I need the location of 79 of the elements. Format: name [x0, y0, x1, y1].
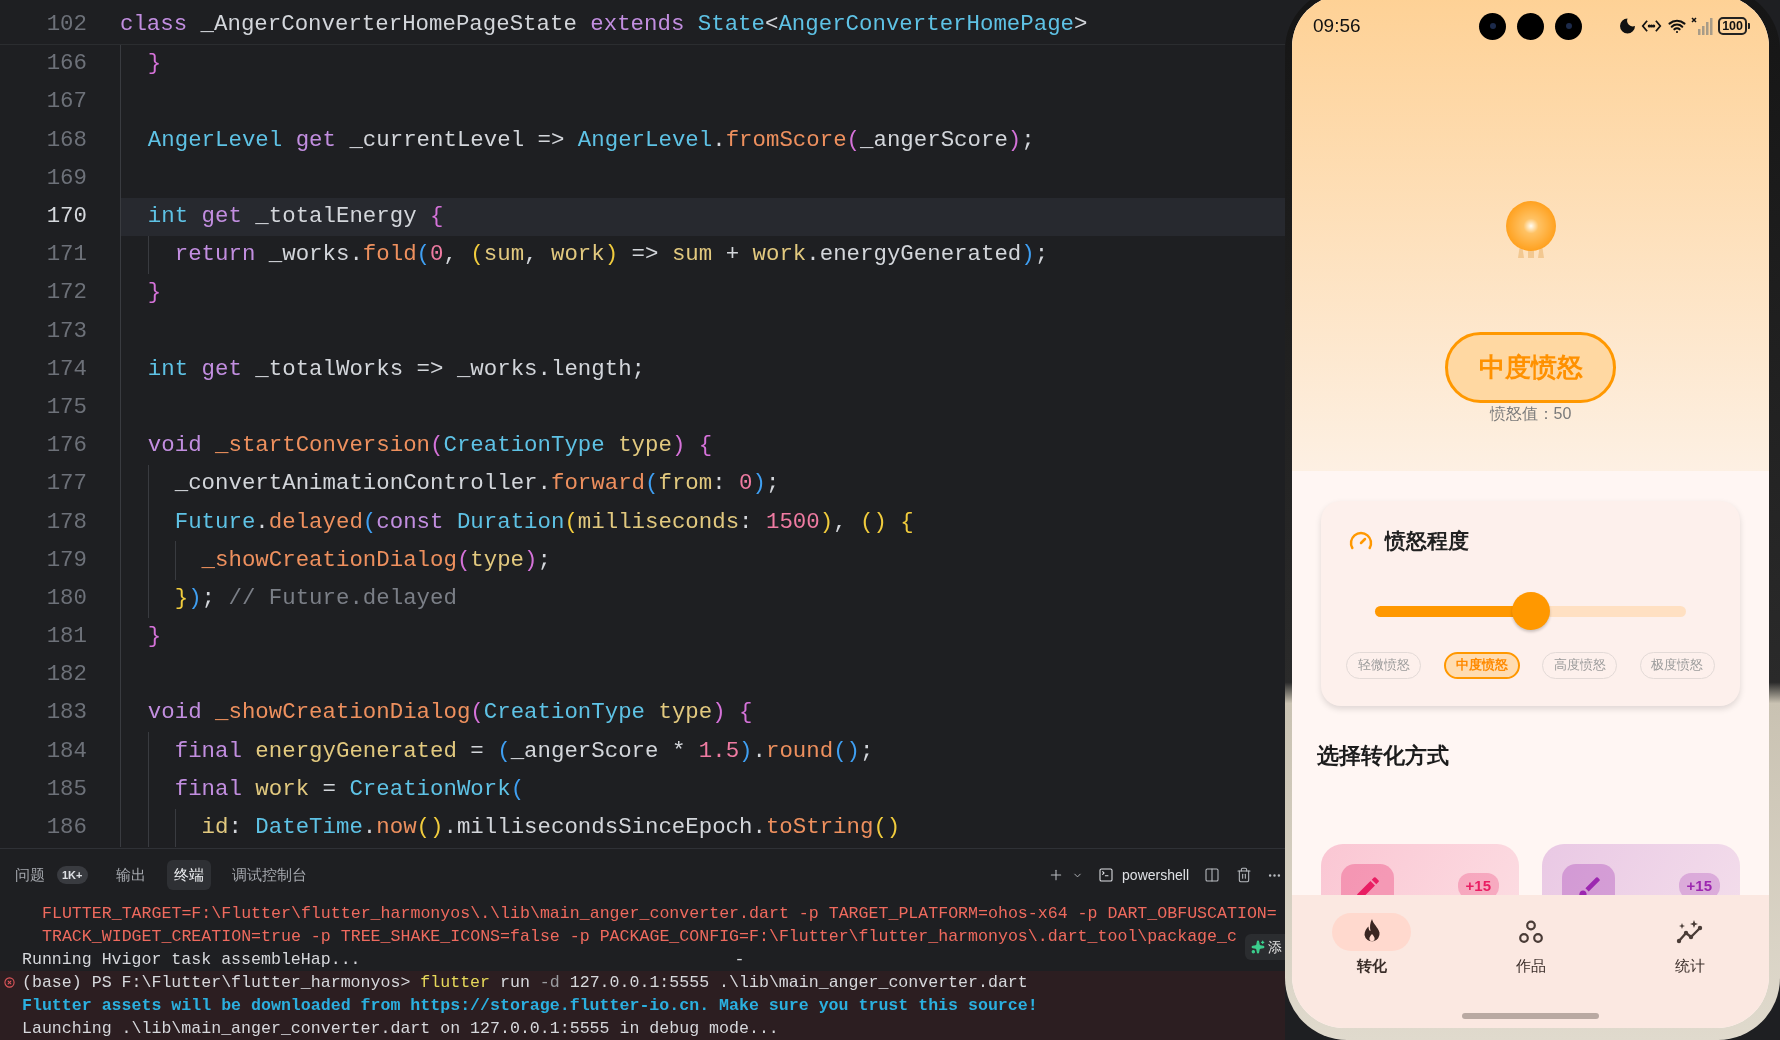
section-title: 选择转化方式 — [1317, 743, 1449, 769]
line-number: 168 — [46, 125, 87, 155]
line-number: 183 — [46, 698, 87, 728]
terminal-line: FLUTTER_TARGET=F:\Flutter\flutter_harmonyos\.\lib\main_anger_converter.dart -p TARGET_PLATFORM=ohos-x64 -p DART_OBFUSCATION= — [42, 903, 1277, 925]
line-number: 175 — [46, 392, 87, 422]
nav-tab[interactable]: 统计 — [1610, 913, 1769, 975]
nav-tab[interactable]: 转化 — [1292, 913, 1451, 975]
shell-selector[interactable]: powershell — [1098, 864, 1189, 886]
code-line: void _startConversion(CreationType type) { — [147, 431, 713, 461]
panel-tab[interactable]: 调试控制台 — [224, 860, 314, 890]
panel-tab[interactable]: 问题 1K+ — [8, 860, 95, 890]
wifi-icon — [1668, 17, 1687, 35]
card-title: 愤怒程度 — [1385, 529, 1469, 553]
flame-icon — [1332, 913, 1411, 951]
code-line: } — [147, 622, 162, 652]
terminal-line: Launching .\lib\main_anger_converter.dart on 127.0.0.1:5555 in debug mode... — [22, 1018, 779, 1040]
line-number: 181 — [46, 622, 87, 652]
code-line: } — [147, 49, 162, 79]
line-number: 174 — [46, 354, 87, 384]
line-number: 102 — [46, 10, 87, 40]
code-line: final energyGenerated = (_angerScore * 1.5).round(); — [174, 736, 874, 766]
three-circles-icon — [1517, 920, 1544, 944]
progress-indicator: - — [734, 949, 745, 971]
code-line: Future.delayed(const Duration(milliseconds: 1500), () { — [174, 507, 914, 537]
camera-cutout — [1555, 12, 1582, 40]
anger-value: 愤怒值：50 — [1489, 404, 1572, 424]
line-number: 170 — [46, 202, 87, 232]
line-number: 166 — [46, 49, 87, 79]
count-badge: 1K+ — [57, 866, 88, 884]
line-number: 167 — [46, 87, 87, 117]
camera-cutout — [1479, 12, 1506, 40]
code-line: _convertAnimationController.forward(from: 0); — [174, 469, 780, 499]
sparkle-icon — [1251, 940, 1265, 954]
code-line: _showCreationDialog(type); — [201, 545, 551, 575]
line-number: 169 — [46, 163, 87, 193]
line-number: 179 — [46, 545, 87, 575]
code-line: final work = CreationWork( — [174, 774, 525, 804]
code-line: class _AngerConverterHomePageState extends State<AngerConverterHomePage> — [120, 10, 1088, 40]
code-line: void _showCreationDialog(CreationType type) { — [147, 698, 753, 728]
moon-icon — [1620, 18, 1636, 34]
terminal-line: Flutter assets will be downloaded from https://storage.flutter-io.cn. Make sure you trust this source! — [22, 995, 1038, 1017]
line-number: 178 — [46, 507, 87, 537]
sparkle-chart-icon — [1675, 920, 1704, 944]
nav-tab[interactable]: 作品 — [1451, 913, 1610, 975]
line-number: 176 — [46, 431, 87, 461]
line-number: 173 — [46, 316, 87, 346]
code-line: int get _totalWorks => _works.length; — [147, 354, 646, 384]
assistant-button[interactable]: 添 — [1245, 934, 1285, 960]
panel-tab[interactable]: 终端 — [166, 860, 211, 890]
code-icon — [1640, 19, 1664, 33]
code-line: }); // Future.delayed — [174, 583, 457, 613]
terminal-line: TRACK_WIDGET_CREATION=true -p TREE_SHAKE_ICONS=false -p PACKAGE_CONFIG=F:\Flutter\flutter_harmonyos\.dart_tool\package_c — [42, 926, 1237, 948]
signal-icon — [1691, 17, 1714, 35]
slider-track[interactable] — [1375, 592, 1686, 630]
command-line: (base) PS F:\Flutter\flutter_harmonyos> flutter run -d 127.0.0.1:5555 .\lib\main_anger_converter.dart — [22, 972, 1028, 994]
line-number: 185 — [46, 774, 87, 804]
line-number: 182 — [46, 660, 87, 690]
code-line: AngerLevel get _currentLevel => AngerLevel.fromScore(_angerScore); — [147, 125, 1035, 155]
battery-indicator: 100 — [1718, 17, 1750, 35]
terminal-icon — [1098, 867, 1115, 883]
code-line: id: DateTime.now().millisecondsSinceEpoch.toString() — [201, 813, 901, 843]
trash-icon[interactable] — [1236, 867, 1252, 883]
error-status-icon — [4, 977, 15, 988]
slider-thumb[interactable] — [1511, 592, 1550, 630]
anger-level-badge: 中度愤怒 — [1445, 332, 1616, 403]
code-line: } — [147, 278, 162, 308]
split-icon[interactable] — [1204, 867, 1220, 883]
line-number: 171 — [46, 240, 87, 270]
terminal-line: Running Hvigor task assembleHap... — [22, 949, 361, 971]
code-line: return _works.fold(0, (sum, work) => sum + work.energyGenerated); — [174, 240, 1049, 270]
camera-cutout — [1517, 12, 1544, 40]
line-number: 172 — [46, 278, 87, 308]
panel-tab[interactable]: 输出 — [108, 860, 153, 890]
status-time: 09:56 — [1313, 13, 1361, 38]
line-number: 177 — [46, 469, 87, 499]
code-line: int get _totalEnergy { — [147, 202, 444, 232]
line-number: 186 — [46, 813, 87, 843]
line-number: 180 — [46, 583, 87, 613]
line-number: 184 — [46, 736, 87, 766]
